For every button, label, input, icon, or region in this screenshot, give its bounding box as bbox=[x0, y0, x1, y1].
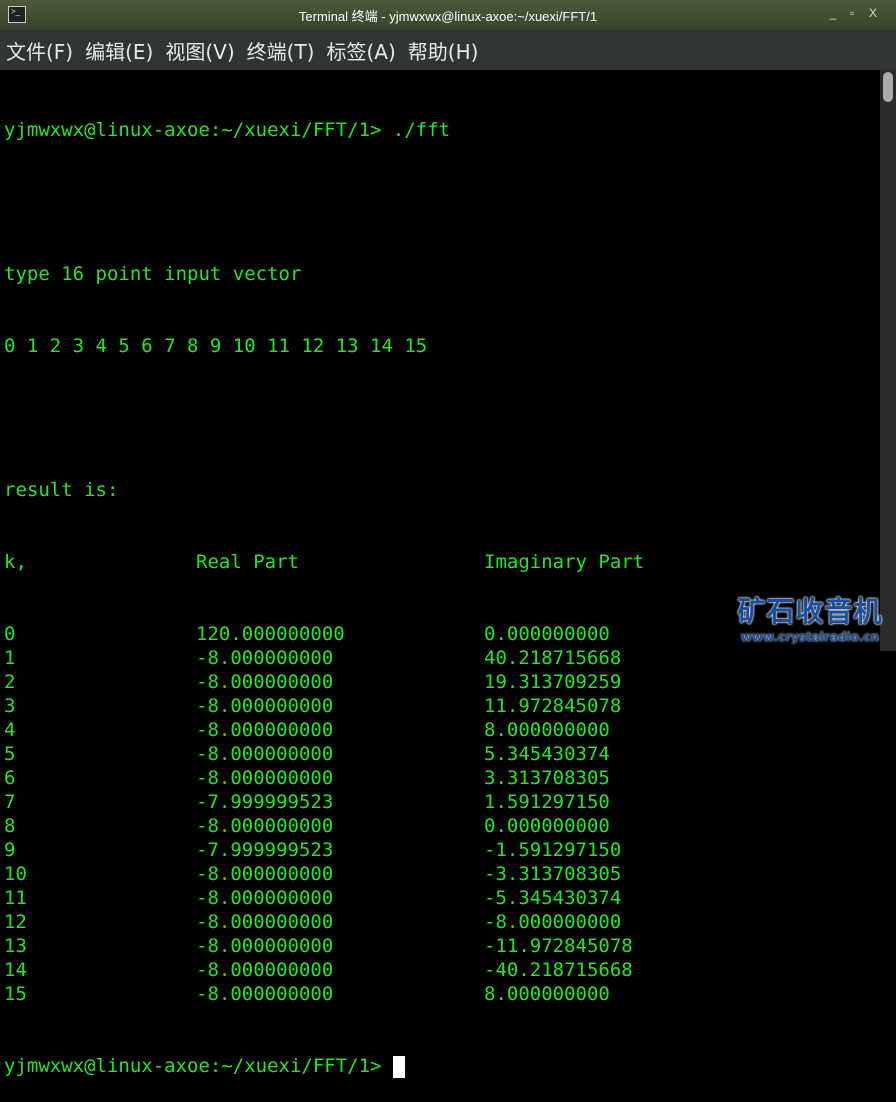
row-imag: 1.591297150 bbox=[484, 791, 610, 813]
row-imag: 11.972845078 bbox=[484, 695, 622, 717]
close-button[interactable]: X bbox=[866, 6, 880, 20]
output-line: 0 1 2 3 4 5 6 7 8 9 10 11 12 13 14 15 bbox=[4, 335, 428, 357]
result-row: 2 -8.000000000 19.313709259 bbox=[4, 670, 880, 694]
row-real: -8.000000000 bbox=[196, 887, 334, 909]
row-k: 10 bbox=[4, 863, 27, 885]
row-real: -8.000000000 bbox=[196, 695, 334, 717]
result-row: 13 -8.000000000 -11.972845078 bbox=[4, 934, 880, 958]
row-imag: 8.000000000 bbox=[484, 983, 610, 1005]
minimize-button[interactable]: _ bbox=[826, 6, 840, 20]
row-imag: 0.000000000 bbox=[484, 815, 610, 837]
row-real: -8.000000000 bbox=[196, 719, 334, 741]
row-real: -8.000000000 bbox=[196, 959, 334, 981]
output-line: type 16 point input vector bbox=[4, 263, 302, 285]
result-row: 11 -8.000000000 -5.345430374 bbox=[4, 886, 880, 910]
row-k: 0 bbox=[4, 623, 16, 645]
row-k: 1 bbox=[4, 647, 16, 669]
row-real: -8.000000000 bbox=[196, 911, 334, 933]
header-imag: Imaginary Part bbox=[484, 551, 645, 573]
watermark-url: www.crystalradio.cn bbox=[740, 630, 880, 644]
row-real: -8.000000000 bbox=[196, 767, 334, 789]
header-row: k, Real Part Imaginary Part bbox=[4, 550, 880, 574]
header-real: Real Part bbox=[196, 551, 299, 573]
row-imag: -1.591297150 bbox=[484, 839, 622, 861]
menu-help[interactable]: 帮助(H) bbox=[408, 36, 479, 65]
row-k: 12 bbox=[4, 911, 27, 933]
row-imag: 3.313708305 bbox=[484, 767, 610, 789]
row-real: -7.999999523 bbox=[196, 839, 334, 861]
row-k: 15 bbox=[4, 983, 27, 1005]
result-row: 9 -7.999999523 -1.591297150 bbox=[4, 838, 880, 862]
row-k: 7 bbox=[4, 791, 16, 813]
row-k: 13 bbox=[4, 935, 27, 957]
row-imag: 5.345430374 bbox=[484, 743, 610, 765]
menu-edit[interactable]: 编辑(E) bbox=[85, 36, 153, 65]
row-k: 2 bbox=[4, 671, 16, 693]
title-bar: >_ Terminal 终端 - yjmwxwx@linux-axoe:~/xu… bbox=[0, 0, 896, 30]
row-imag: -8.000000000 bbox=[484, 911, 622, 933]
result-row: 10 -8.000000000 -3.313708305 bbox=[4, 862, 880, 886]
row-k: 14 bbox=[4, 959, 27, 981]
cursor bbox=[392, 1055, 405, 1078]
row-imag: 8.000000000 bbox=[484, 719, 610, 741]
result-row: 12 -8.000000000 -8.000000000 bbox=[4, 910, 880, 934]
watermark-title: 矿石收音机 bbox=[737, 595, 883, 628]
result-row: 15 -8.000000000 8.000000000 bbox=[4, 982, 880, 1006]
row-k: 5 bbox=[4, 743, 16, 765]
window-title: Terminal 终端 - yjmwxwx@linux-axoe:~/xuexi… bbox=[298, 8, 598, 24]
menu-terminal[interactable]: 终端(T) bbox=[247, 36, 315, 65]
row-imag: 40.218715668 bbox=[484, 647, 622, 669]
row-imag: 0.000000000 bbox=[484, 623, 610, 645]
row-real: -7.999999523 bbox=[196, 791, 334, 813]
scrollbar-thumb[interactable] bbox=[883, 72, 893, 102]
row-real: -8.000000000 bbox=[196, 935, 334, 957]
row-imag: -3.313708305 bbox=[484, 863, 622, 885]
header-k: k, bbox=[4, 551, 27, 573]
scrollbar[interactable] bbox=[880, 70, 896, 651]
row-imag: -40.218715668 bbox=[484, 959, 633, 981]
result-row: 4 -8.000000000 8.000000000 bbox=[4, 718, 880, 742]
prompt: yjmwxwx@linux-axoe:~/xuexi/FFT/1> bbox=[4, 1055, 393, 1077]
result-row: 6 -8.000000000 3.313708305 bbox=[4, 766, 880, 790]
row-imag: -5.345430374 bbox=[484, 887, 622, 909]
command-line: yjmwxwx@linux-axoe:~/xuexi/FFT/1> ./fft bbox=[4, 119, 451, 141]
row-k: 3 bbox=[4, 695, 16, 717]
watermark-logo: 矿石收音机 www.crystalradio.cn bbox=[728, 590, 892, 644]
prompt-line: yjmwxwx@linux-axoe:~/xuexi/FFT/1> bbox=[4, 1054, 880, 1078]
row-k: 8 bbox=[4, 815, 16, 837]
maximize-button[interactable]: ▫ bbox=[845, 6, 859, 20]
row-imag: -11.972845078 bbox=[484, 935, 633, 957]
result-row: 3 -8.000000000 11.972845078 bbox=[4, 694, 880, 718]
menu-file[interactable]: 文件(F) bbox=[6, 36, 73, 65]
result-row: 7 -7.999999523 1.591297150 bbox=[4, 790, 880, 814]
result-row: 8 -8.000000000 0.000000000 bbox=[4, 814, 880, 838]
row-k: 9 bbox=[4, 839, 16, 861]
menu-bar: 文件(F) 编辑(E) 视图(V) 终端(T) 标签(A) 帮助(H) bbox=[0, 30, 896, 70]
row-k: 4 bbox=[4, 719, 16, 741]
row-real: -8.000000000 bbox=[196, 647, 334, 669]
menu-tabs[interactable]: 标签(A) bbox=[326, 36, 395, 65]
row-real: -8.000000000 bbox=[196, 815, 334, 837]
row-real: -8.000000000 bbox=[196, 743, 334, 765]
row-real: -8.000000000 bbox=[196, 983, 334, 1005]
row-k: 11 bbox=[4, 887, 27, 909]
result-row: 5 -8.000000000 5.345430374 bbox=[4, 742, 880, 766]
result-row: 1 -8.000000000 40.218715668 bbox=[4, 646, 880, 670]
terminal-app-icon[interactable]: >_ bbox=[8, 6, 26, 23]
menu-view[interactable]: 视图(V) bbox=[165, 36, 234, 65]
row-real: -8.000000000 bbox=[196, 863, 334, 885]
row-real: -8.000000000 bbox=[196, 671, 334, 693]
terminal-output[interactable]: yjmwxwx@linux-axoe:~/xuexi/FFT/1> ./fft … bbox=[0, 70, 880, 1078]
output-line: result is: bbox=[4, 479, 119, 501]
row-real: 120.000000000 bbox=[196, 623, 345, 645]
row-k: 6 bbox=[4, 767, 16, 789]
result-row: 14 -8.000000000 -40.218715668 bbox=[4, 958, 880, 982]
row-imag: 19.313709259 bbox=[484, 671, 622, 693]
